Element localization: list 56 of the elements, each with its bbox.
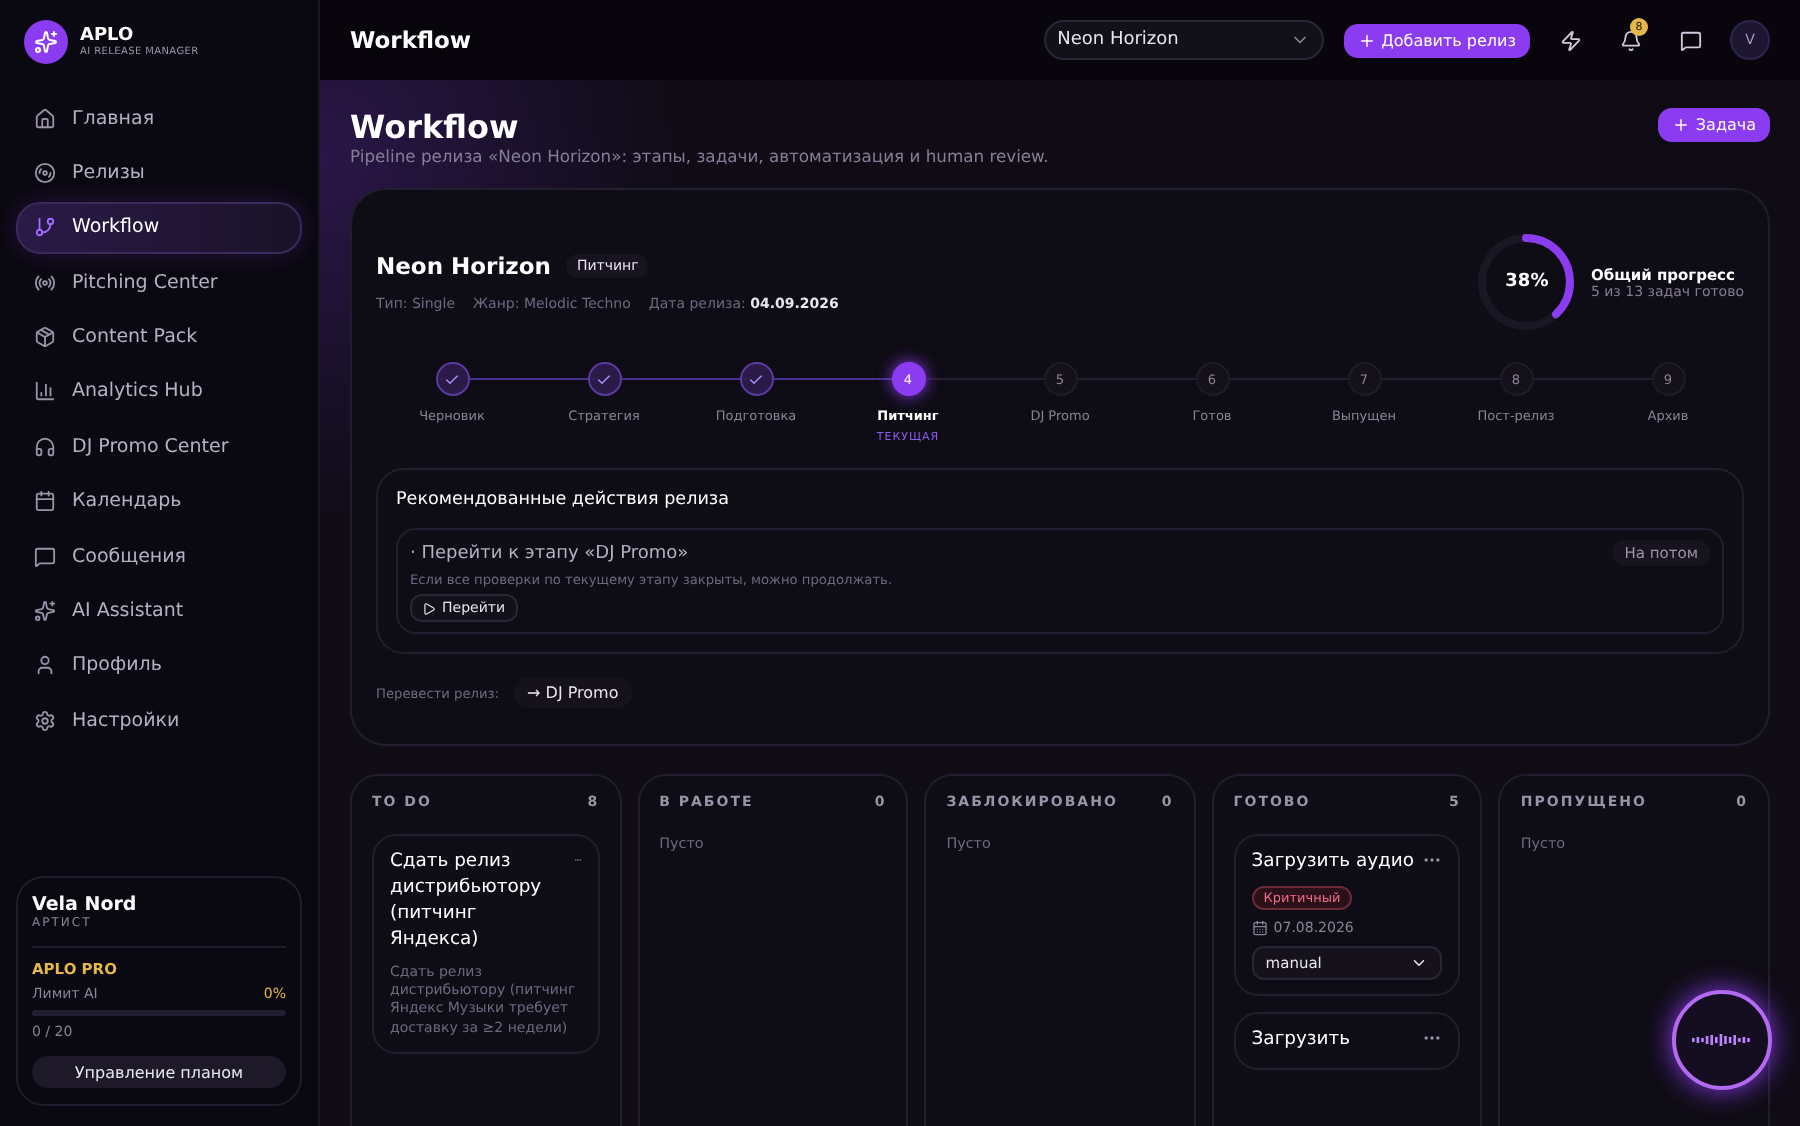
release-name: Neon Horizon xyxy=(376,252,551,280)
task-card[interactable]: Загрузить xyxy=(1233,1011,1461,1070)
bell-icon xyxy=(1619,29,1641,51)
nav-item[interactable]: AI Assistant xyxy=(16,585,302,638)
nav-item[interactable]: Календарь xyxy=(16,475,302,528)
nav-icon xyxy=(34,326,56,349)
nav-icon xyxy=(34,107,56,129)
nav-icon xyxy=(34,435,56,458)
nav-icon xyxy=(34,271,56,294)
task-title: Загрузить аудио xyxy=(1251,850,1414,876)
release-select[interactable]: Neon Horizon xyxy=(1043,20,1324,60)
nav-icon xyxy=(34,490,56,513)
transition-button[interactable]: → DJ Promo xyxy=(513,678,633,708)
waveform-icon xyxy=(1692,1032,1752,1048)
nav-item[interactable]: Content Pack xyxy=(16,311,302,364)
nav-item[interactable]: DJ Promo Center xyxy=(16,420,302,473)
nav-item[interactable]: Workflow xyxy=(16,201,302,254)
plus-icon xyxy=(1357,31,1376,49)
nav-item[interactable]: Релизы xyxy=(16,146,302,199)
play-icon xyxy=(422,601,436,615)
add-release-button[interactable]: Добавить релиз xyxy=(1343,23,1530,57)
recommendations-title: Рекомендованные действия релиза xyxy=(396,490,731,510)
plus-icon xyxy=(1671,116,1690,134)
nav-item[interactable]: Сообщения xyxy=(16,530,302,583)
nav-icon xyxy=(34,545,56,568)
brand-name: APLO xyxy=(80,26,136,46)
task-title: Загрузить xyxy=(1251,1027,1351,1054)
header-title: Workflow xyxy=(350,26,472,54)
nav-item[interactable]: Профиль xyxy=(16,639,302,692)
nav-item[interactable]: Настройки xyxy=(16,694,302,747)
check-icon xyxy=(444,371,460,387)
step-marker[interactable] xyxy=(435,362,469,396)
check-icon xyxy=(596,371,612,387)
step-marker[interactable] xyxy=(739,362,773,396)
nav-item[interactable]: Pitching Center xyxy=(16,256,302,309)
nav-item[interactable]: Главная xyxy=(16,92,302,144)
user-name: Vela Nord xyxy=(32,894,139,916)
recommendation-title: · Перейти к этапу «DJ Promo» xyxy=(410,543,689,563)
page-subtitle: Pipeline релиза «Neon Horizon»: этапы, задачи, автоматизация и human review. xyxy=(350,146,1049,166)
add-task-button[interactable]: Задача xyxy=(1657,108,1770,142)
nav-icon xyxy=(34,161,56,184)
step-marker[interactable] xyxy=(587,362,621,396)
nav-icon xyxy=(34,709,56,732)
calendar-icon xyxy=(1251,919,1268,936)
nav-icon xyxy=(34,654,56,677)
progress-percent: 38% xyxy=(1505,272,1549,292)
nav-icon xyxy=(34,380,56,403)
logo-icon xyxy=(24,20,68,64)
manage-plan-button[interactable]: Управление планом xyxy=(32,1056,286,1088)
nav-icon xyxy=(34,216,56,239)
task-title: Сдать релиз дистрибьютору (питчинг Яндекса) xyxy=(390,850,544,953)
nav-icon xyxy=(34,600,56,623)
page-title: Workflow xyxy=(350,108,521,146)
progress-ring xyxy=(1474,230,1579,334)
nav-item[interactable]: Analytics Hub xyxy=(16,365,302,418)
check-icon xyxy=(748,371,764,387)
